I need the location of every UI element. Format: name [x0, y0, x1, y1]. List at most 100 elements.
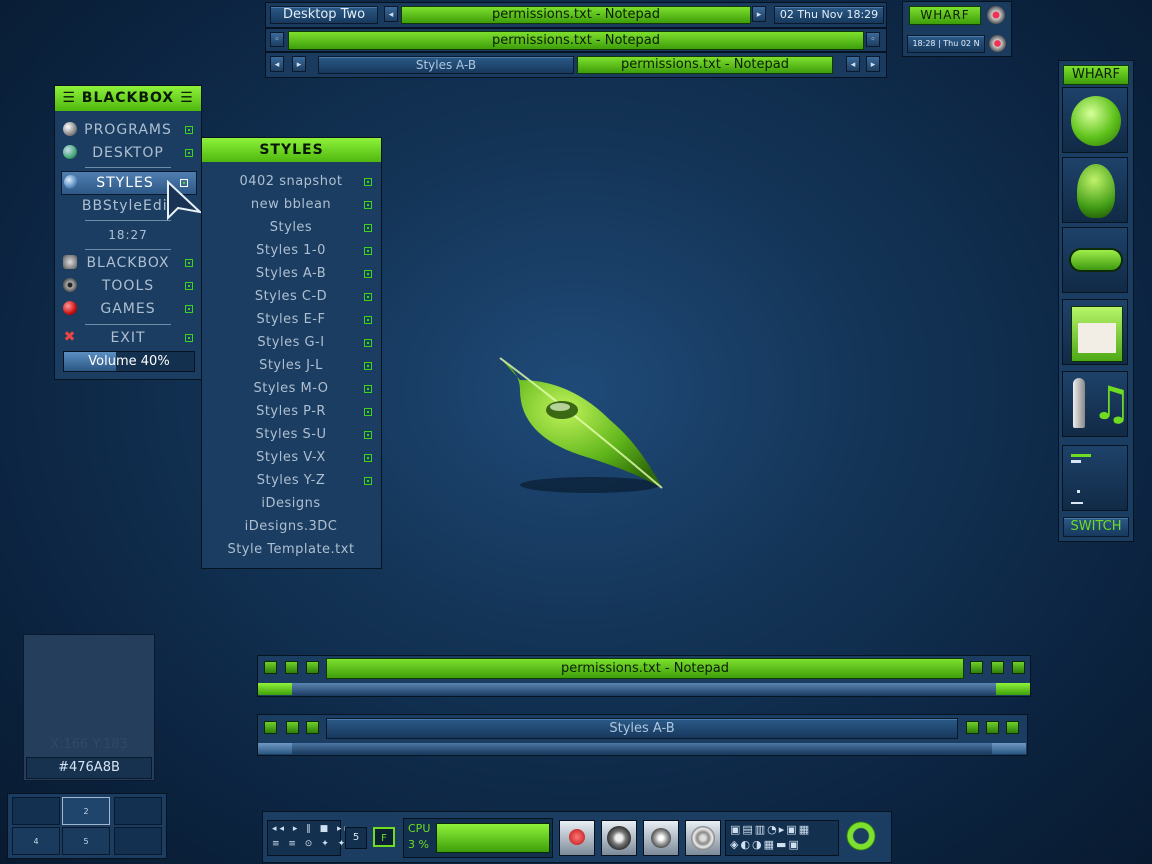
shade-button[interactable] — [285, 661, 298, 674]
pager-desk-5[interactable]: 5 — [62, 827, 110, 855]
styles-item[interactable]: iDesigns.3DC — [202, 516, 380, 538]
submenu-icon — [364, 270, 372, 278]
dock-monitor[interactable] — [1062, 445, 1128, 511]
wharf-record-icon[interactable] — [987, 6, 1005, 24]
resize-grip-right[interactable] — [992, 743, 1026, 754]
cpu-monitor: CPU 3 % — [403, 818, 553, 858]
iconify-button[interactable] — [264, 661, 277, 674]
dock-music[interactable]: ♫ — [1062, 371, 1132, 437]
wharf-top-label[interactable]: WHARF — [909, 6, 981, 25]
window-notepad-title[interactable]: permissions.txt - Notepad — [326, 658, 964, 679]
app-cd-icon[interactable] — [685, 820, 721, 856]
styles-item[interactable]: Styles P-R — [202, 401, 380, 423]
styles-item[interactable]: Styles E-F — [202, 309, 380, 331]
toolbar-next-button[interactable]: ▸ — [752, 6, 766, 22]
volume-slider[interactable]: Volume 40% — [63, 351, 195, 372]
cpu-graph — [436, 823, 550, 853]
toolbar-prev-button[interactable]: ◂ — [384, 6, 398, 22]
top-iconbar: ◂ ▸ Styles A-B permissions.txt - Notepad… — [265, 52, 887, 78]
bottom-ws-number[interactable]: 5 — [345, 827, 367, 849]
styles-item[interactable]: Styles C-D — [202, 286, 380, 308]
dock-files[interactable] — [1062, 299, 1128, 365]
styles-item[interactable]: Styles Y-Z — [202, 470, 380, 492]
wharf-dock-label[interactable]: WHARF — [1063, 65, 1129, 85]
styles-item[interactable]: Styles G-I — [202, 332, 380, 354]
menu-item-games[interactable]: GAMES — [55, 298, 201, 320]
menu-button[interactable] — [306, 721, 319, 734]
games-icon — [63, 301, 77, 315]
styles-item[interactable]: 0402 snapshot — [202, 171, 380, 193]
iconify-button[interactable] — [264, 721, 277, 734]
tray-icons-row1-icon[interactable]: ▣▤▥◔▸▣▦ — [730, 823, 811, 836]
opensuse-tray-icon[interactable] — [846, 821, 876, 851]
dock-opensuse[interactable] — [1062, 87, 1128, 153]
submenu-icon — [364, 178, 372, 186]
bottom-f-button[interactable]: F — [373, 827, 395, 847]
leaf-wallpaper-icon — [499, 357, 663, 493]
close-button[interactable] — [1012, 661, 1025, 674]
maximize-button[interactable] — [991, 661, 1004, 674]
menu-separator — [85, 249, 171, 250]
cpu-label: CPU — [408, 822, 431, 835]
resize-grip-left[interactable] — [258, 683, 292, 695]
styles-item[interactable]: Styles 1-0 — [202, 240, 380, 262]
pager-desk-3[interactable] — [114, 797, 162, 825]
app-disk-icon[interactable] — [643, 820, 679, 856]
maximize-button[interactable] — [986, 721, 999, 734]
app-red-icon[interactable] — [559, 820, 595, 856]
window-handle[interactable] — [292, 683, 996, 695]
styles-item[interactable]: Styles M-O — [202, 378, 380, 400]
titlebar-title[interactable]: permissions.txt - Notepad — [288, 31, 864, 50]
media-buttons-row1-icon[interactable]: ◂◂ ▸ ‖ ■ ▸▸ — [272, 824, 352, 834]
pager-desk-2[interactable]: 2 — [62, 797, 110, 825]
styles-item[interactable]: Styles J-L — [202, 355, 380, 377]
titlebar-right-button[interactable]: ◦ — [866, 32, 880, 47]
media-buttons-row2-icon[interactable]: ≡ ≡ ⊙ ✦ ✦ — [272, 839, 348, 849]
styles-item[interactable]: Styles A-B — [202, 263, 380, 285]
iconbar-right-button[interactable]: ▸ — [866, 56, 880, 72]
pager-desk-6[interactable] — [114, 827, 162, 855]
titlebar-left-button[interactable]: ◦ — [270, 32, 284, 47]
menu-item-blackbox[interactable]: BLACKBOX — [55, 252, 201, 274]
iconbar-left-button[interactable]: ◂ — [846, 56, 860, 72]
iconbar-next-button[interactable]: ▸ — [292, 56, 306, 72]
wharf-record-icon-2[interactable] — [989, 35, 1006, 52]
styles-item[interactable]: Styles V-X — [202, 447, 380, 469]
styles-item[interactable]: new bblean — [202, 194, 380, 216]
shade-button[interactable] — [286, 721, 299, 734]
resize-grip-right[interactable] — [996, 683, 1030, 695]
menu-item-programs[interactable]: PROGRAMS — [55, 119, 201, 141]
toolbar-window-label[interactable]: permissions.txt - Notepad — [401, 6, 751, 24]
workspace-label[interactable]: Desktop Two — [270, 6, 378, 24]
window-styles-title[interactable]: Styles A-B — [326, 718, 958, 739]
pager-desk-1[interactable] — [12, 797, 60, 825]
menu-item-exit[interactable]: ✖ EXIT — [55, 327, 201, 349]
minimize-button[interactable] — [966, 721, 979, 734]
minimize-button[interactable] — [970, 661, 983, 674]
menu-button[interactable] — [306, 661, 319, 674]
iconbar-task-styles[interactable]: Styles A-B — [318, 56, 574, 74]
pager-desk-4[interactable]: 4 — [12, 827, 60, 855]
styles-item[interactable]: iDesigns — [202, 493, 380, 515]
dock-bike[interactable] — [1062, 227, 1128, 293]
styles-icon — [64, 175, 78, 189]
wharf-switch-button[interactable]: SWITCH — [1063, 517, 1129, 537]
iconbar-prev-button[interactable]: ◂ — [270, 56, 284, 72]
menu-separator — [85, 167, 171, 168]
styles-item[interactable]: Styles S-U — [202, 424, 380, 446]
menu-item-desktop[interactable]: DESKTOP — [55, 142, 201, 164]
app-speaker-icon[interactable] — [601, 820, 637, 856]
styles-submenu-title[interactable]: STYLES — [202, 138, 381, 162]
window-handle[interactable] — [292, 743, 992, 754]
bottom-slit: ◂◂ ▸ ‖ ■ ▸▸ ≡ ≡ ⊙ ✦ ✦ 5 F CPU 3 % ▣▤▥◔▸▣… — [262, 811, 892, 863]
resize-grip-left[interactable] — [258, 743, 292, 754]
dock-mascot[interactable] — [1062, 157, 1128, 223]
styles-item[interactable]: Style Template.txt — [202, 539, 380, 561]
blackbox-menu-title[interactable]: ☰ BLACKBOX ☰ — [55, 86, 201, 111]
styles-item[interactable]: Styles — [202, 217, 380, 239]
menu-item-tools[interactable]: TOOLS — [55, 275, 201, 297]
tray-icons-row2-icon[interactable]: ◈◐◑▦▬▣ — [730, 838, 801, 851]
close-button[interactable] — [1006, 721, 1019, 734]
menu-grip-icon: ☰ — [174, 90, 194, 106]
iconbar-task-notepad[interactable]: permissions.txt - Notepad — [577, 56, 833, 74]
